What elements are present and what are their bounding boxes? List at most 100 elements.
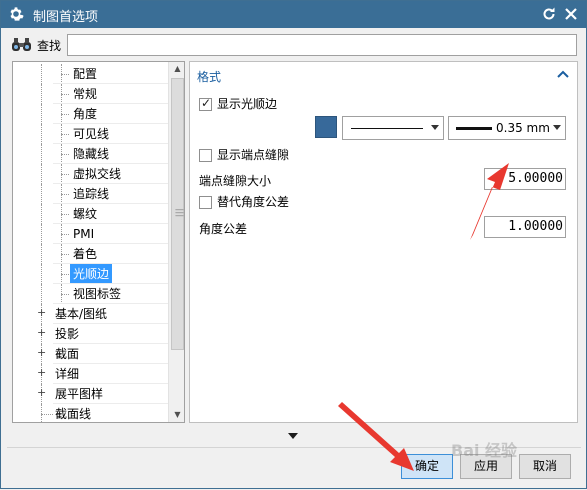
tree-item-label: 角度 — [73, 107, 98, 121]
tree-scrollbar[interactable]: ▲ — — — ▼ — [168, 62, 184, 422]
tree-item-label: PMI — [73, 227, 95, 241]
gear-icon — [10, 7, 24, 21]
show-endpoint-gap-label: 显示端点缝隙 — [217, 148, 290, 162]
tree-item[interactable]: 角度 — [13, 104, 168, 124]
tree-guide-line — [41, 104, 42, 124]
line-color-swatch[interactable] — [315, 116, 337, 138]
tree-guide-line — [61, 234, 69, 235]
alt-angle-tolerance-label: 替代角度公差 — [217, 195, 290, 209]
tree-item-label: 投影 — [55, 327, 80, 341]
line-width-value: 0.35 mm — [496, 121, 550, 135]
tree-list: 配置 常规 角度 可见线 隐藏线 虚拟交线 追踪线 螺纹 PMI 着色 光顺边 视图标签 + 基本/图纸 +… — [13, 64, 168, 422]
search-input[interactable] — [67, 34, 577, 56]
tree-guide-line — [41, 264, 42, 284]
tree-item[interactable]: 光顺边 — [13, 264, 168, 284]
tree-item[interactable]: 常规 — [13, 84, 168, 104]
tree-guide-line — [61, 214, 69, 215]
endpoint-gap-size-input[interactable]: 5.00000 — [484, 168, 566, 190]
tree-item[interactable]: 截面线 — [13, 404, 168, 422]
tree-item[interactable]: 配置 — [13, 64, 168, 84]
tree-guide-line — [61, 294, 69, 295]
tree-item-label: 螺纹 — [73, 207, 98, 221]
close-icon[interactable] — [563, 6, 579, 22]
show-smooth-edges-label: 显示光顺边 — [217, 97, 278, 111]
preferences-dialog: 制图首选项 查找 配置常规角度可见线隐藏线虚拟交线追踪线螺纹 PMI 着色光顺边视图… — [0, 0, 587, 489]
tree-item[interactable]: 可见线 — [13, 124, 168, 144]
tree-guide-line — [61, 154, 69, 155]
tree-guide-line — [41, 124, 42, 144]
dropdown-arrow-icon — [431, 125, 439, 130]
expand-plus-icon[interactable]: + — [37, 367, 46, 378]
tree-item-label: 虚拟交线 — [73, 167, 122, 181]
ok-button[interactable]: 确定 — [401, 454, 453, 479]
dropdown-arrow-icon — [553, 125, 561, 130]
format-section: 格式 ✓ 显示光顺边 0.35 mm 显示端点缝隙 端点缝隙大小 5.00000… — [190, 62, 577, 247]
scroll-thumb[interactable]: — — — — [171, 78, 184, 350]
expand-more-icon[interactable] — [288, 433, 298, 439]
tree-item[interactable]: 追踪线 — [13, 184, 168, 204]
section-title: 格式 — [197, 70, 222, 84]
tree-item[interactable]: + 投影 — [13, 324, 168, 344]
tree-item[interactable]: + 基本/图纸 — [13, 304, 168, 324]
tree-guide-line — [61, 254, 69, 255]
dialog-title: 制图首选项 — [33, 10, 99, 25]
format-section-header[interactable]: 格式 — [190, 62, 577, 88]
alt-angle-tolerance-checkbox[interactable] — [199, 196, 212, 209]
solid-line-sample — [351, 128, 423, 129]
endpoint-gap-size-label: 端点缝隙大小 — [199, 174, 272, 188]
scroll-up-arrow-icon[interactable]: ▲ — [169, 62, 184, 76]
tree-item[interactable]: + 截面 — [13, 344, 168, 364]
tree-item-label: 截面 — [55, 347, 80, 361]
search-row: 查找 — [9, 34, 579, 56]
binoculars-icon — [12, 38, 31, 51]
tree-item-label: 隐藏线 — [73, 147, 110, 161]
checkmark-icon: ✓ — [201, 96, 212, 110]
expand-plus-icon[interactable]: + — [37, 327, 46, 338]
tree-guide-line — [61, 74, 69, 75]
tree-item-label: 着色 — [73, 247, 98, 261]
tree-item[interactable]: + 展平图样 — [13, 384, 168, 404]
tree-item-label: 展平图样 — [55, 387, 104, 401]
angle-tolerance-input[interactable]: 1.00000 — [484, 216, 566, 238]
tree-item[interactable]: + 详细 — [13, 364, 168, 384]
tree-guide-line — [61, 174, 69, 175]
tree-item[interactable]: 螺纹 — [13, 204, 168, 224]
tree-item[interactable]: 视图标签 — [13, 284, 168, 304]
tree-guide-line — [41, 224, 42, 244]
tree-guide-line — [41, 144, 42, 164]
tree-guide-line — [41, 204, 42, 224]
tree-item-label: 可见线 — [73, 127, 110, 141]
expand-plus-icon[interactable]: + — [37, 347, 46, 358]
thick-line-sample — [456, 127, 492, 130]
line-type-dropdown[interactable] — [342, 116, 444, 140]
tree-item-label: 常规 — [73, 87, 98, 101]
show-smooth-edges-checkbox[interactable]: ✓ — [199, 96, 212, 111]
angle-tolerance-label: 角度公差 — [199, 222, 248, 236]
tree-item[interactable]: PMI — [13, 224, 168, 244]
scroll-down-arrow-icon[interactable]: ▼ — [169, 408, 184, 422]
tree-item[interactable]: 虚拟交线 — [13, 164, 168, 184]
format-section-body: ✓ 显示光顺边 0.35 mm 显示端点缝隙 端点缝隙大小 5.00000 替代… — [190, 88, 577, 247]
search-label: 查找 — [37, 39, 62, 53]
expand-plus-icon[interactable]: + — [37, 307, 46, 318]
tree-guide-line — [41, 184, 42, 204]
tree-item-label: 光顺边 — [70, 264, 113, 284]
line-width-dropdown[interactable]: 0.35 mm — [448, 116, 566, 140]
title-bar: 制图首选项 — [1, 1, 586, 28]
tree-guide-line — [41, 244, 42, 264]
tree-guide-line — [41, 164, 42, 184]
tree-item-label: 截面线 — [55, 407, 92, 421]
category-tree: 配置 常规 角度 可见线 隐藏线 虚拟交线 追踪线 螺纹 PMI 着色 光顺边 视图标签 + 基本/图纸 +… — [12, 61, 185, 423]
tree-guide-line — [41, 84, 42, 104]
chevron-up-icon[interactable] — [556, 67, 570, 81]
tree-item[interactable]: 隐藏线 — [13, 144, 168, 164]
tree-guide-line — [41, 284, 42, 304]
reset-icon[interactable] — [541, 6, 557, 22]
tree-item[interactable]: 着色 — [13, 244, 168, 264]
cancel-button[interactable]: 取消 — [519, 454, 571, 479]
show-endpoint-gap-checkbox[interactable] — [199, 149, 212, 162]
settings-panel: 格式 ✓ 显示光顺边 0.35 mm 显示端点缝隙 端点缝隙大小 5.00000… — [189, 61, 578, 423]
expand-plus-icon[interactable]: + — [37, 387, 46, 398]
tree-item-label: 视图标签 — [73, 287, 122, 301]
tree-item-label: 追踪线 — [73, 187, 110, 201]
